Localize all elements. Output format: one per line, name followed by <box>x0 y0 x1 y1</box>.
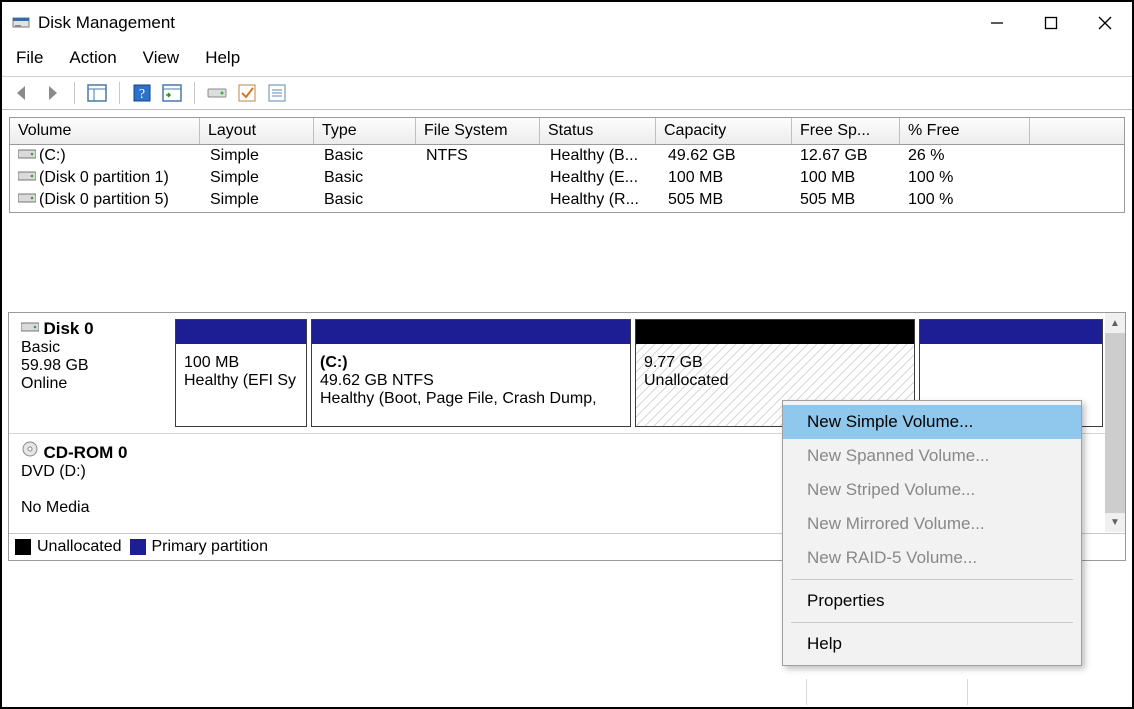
titlebar: Disk Management <box>2 2 1132 44</box>
disk-size: 59.98 GB <box>21 357 89 374</box>
column-layout[interactable]: Layout <box>200 118 314 144</box>
legend-label-unallocated: Unallocated <box>37 538 122 556</box>
menu-new-spanned-volume: New Spanned Volume... <box>783 439 1081 473</box>
column-status[interactable]: Status <box>540 118 656 144</box>
menubar: File Action View Help <box>2 44 1132 77</box>
settings-check-button[interactable] <box>235 81 259 105</box>
menu-new-raid5-volume: New RAID-5 Volume... <box>783 541 1081 575</box>
column-capacity[interactable]: Capacity <box>656 118 792 144</box>
status-panel <box>967 679 1128 705</box>
help-button[interactable]: ? <box>130 81 154 105</box>
cdrom-header[interactable]: CD-ROM 0 DVD (D:) No Media <box>17 440 175 517</box>
column-pctfree[interactable]: % Free <box>900 118 1030 144</box>
volume-table-body: (C:)SimpleBasicNTFSHealthy (B...49.62 GB… <box>10 145 1124 212</box>
partition-body: (C:)49.62 GB NTFSHealthy (Boot, Page Fil… <box>312 344 630 426</box>
table-row[interactable]: (Disk 0 partition 5)SimpleBasicHealthy (… <box>10 189 1124 211</box>
column-filesystem[interactable]: File System <box>416 118 540 144</box>
cdrom-kind: DVD (D:) <box>21 463 86 480</box>
menu-separator <box>791 579 1073 580</box>
column-type[interactable]: Type <box>314 118 416 144</box>
volume-table[interactable]: Volume Layout Type File System Status Ca… <box>9 117 1125 213</box>
app-icon <box>12 14 30 32</box>
status-panel <box>6 679 806 705</box>
menu-file[interactable]: File <box>10 46 57 70</box>
refresh-button[interactable] <box>160 81 184 105</box>
menu-new-simple-volume[interactable]: New Simple Volume... <box>783 405 1081 439</box>
disk-icon <box>21 321 43 338</box>
menu-new-mirrored-volume: New Mirrored Volume... <box>783 507 1081 541</box>
close-button[interactable] <box>1078 2 1132 44</box>
table-row[interactable]: (C:)SimpleBasicNTFSHealthy (B...49.62 GB… <box>10 145 1124 167</box>
scroll-down-icon[interactable]: ▼ <box>1105 512 1125 532</box>
toolbar-separator <box>74 82 75 104</box>
disk-kind: Basic <box>21 339 60 356</box>
column-volume[interactable]: Volume <box>10 118 200 144</box>
volume-table-header[interactable]: Volume Layout Type File System Status Ca… <box>10 118 1124 145</box>
volume-icon <box>18 169 36 187</box>
legend-swatch-primary <box>130 539 146 555</box>
column-freespace[interactable]: Free Sp... <box>792 118 900 144</box>
partition-color-bar <box>312 320 630 344</box>
toolbar-separator <box>194 82 195 104</box>
context-menu: New Simple Volume... New Spanned Volume.… <box>782 400 1082 666</box>
disk-area-scrollbar[interactable]: ▲ ▼ <box>1105 313 1125 532</box>
scroll-up-icon[interactable]: ▲ <box>1105 313 1125 333</box>
minimize-button[interactable] <box>970 2 1024 44</box>
menu-action[interactable]: Action <box>63 46 130 70</box>
cdrom-icon <box>21 445 43 462</box>
maximize-button[interactable] <box>1024 2 1078 44</box>
scroll-thumb[interactable] <box>1105 333 1125 513</box>
menu-separator <box>791 622 1073 623</box>
partition-body: 100 MBHealthy (EFI Sy <box>176 344 306 426</box>
legend-swatch-unallocated <box>15 539 31 555</box>
menu-properties[interactable]: Properties <box>783 584 1081 618</box>
partition-color-bar <box>176 320 306 344</box>
statusbar <box>6 679 1128 705</box>
partition-color-bar <box>636 320 914 344</box>
back-button[interactable] <box>10 81 34 105</box>
show-hide-tree-button[interactable] <box>85 81 109 105</box>
column-padding <box>1030 118 1124 144</box>
menu-help[interactable]: Help <box>783 627 1081 661</box>
disk-icon[interactable] <box>205 81 229 105</box>
app-title: Disk Management <box>38 13 970 33</box>
forward-button[interactable] <box>40 81 64 105</box>
partition-block[interactable]: 100 MBHealthy (EFI Sy <box>175 319 307 427</box>
disk-name: Disk 0 <box>43 319 93 338</box>
cdrom-state: No Media <box>21 499 89 516</box>
legend-label-primary: Primary partition <box>152 538 268 556</box>
svg-text:?: ? <box>139 87 145 102</box>
toolbar: ? <box>2 77 1132 110</box>
volume-icon <box>18 147 36 165</box>
partition-color-bar <box>920 320 1102 344</box>
status-panel <box>806 679 967 705</box>
toolbar-separator <box>119 82 120 104</box>
menu-help[interactable]: Help <box>199 46 254 70</box>
list-settings-button[interactable] <box>265 81 289 105</box>
volume-icon <box>18 191 36 209</box>
partition-block[interactable]: (C:)49.62 GB NTFSHealthy (Boot, Page Fil… <box>311 319 631 427</box>
menu-view[interactable]: View <box>137 46 194 70</box>
disk-state: Online <box>21 375 67 392</box>
cdrom-name: CD-ROM 0 <box>43 443 127 462</box>
menu-new-striped-volume: New Striped Volume... <box>783 473 1081 507</box>
window-controls <box>970 2 1132 44</box>
table-row[interactable]: (Disk 0 partition 1)SimpleBasicHealthy (… <box>10 167 1124 189</box>
disk-header[interactable]: Disk 0 Basic 59.98 GB Online <box>17 319 175 427</box>
